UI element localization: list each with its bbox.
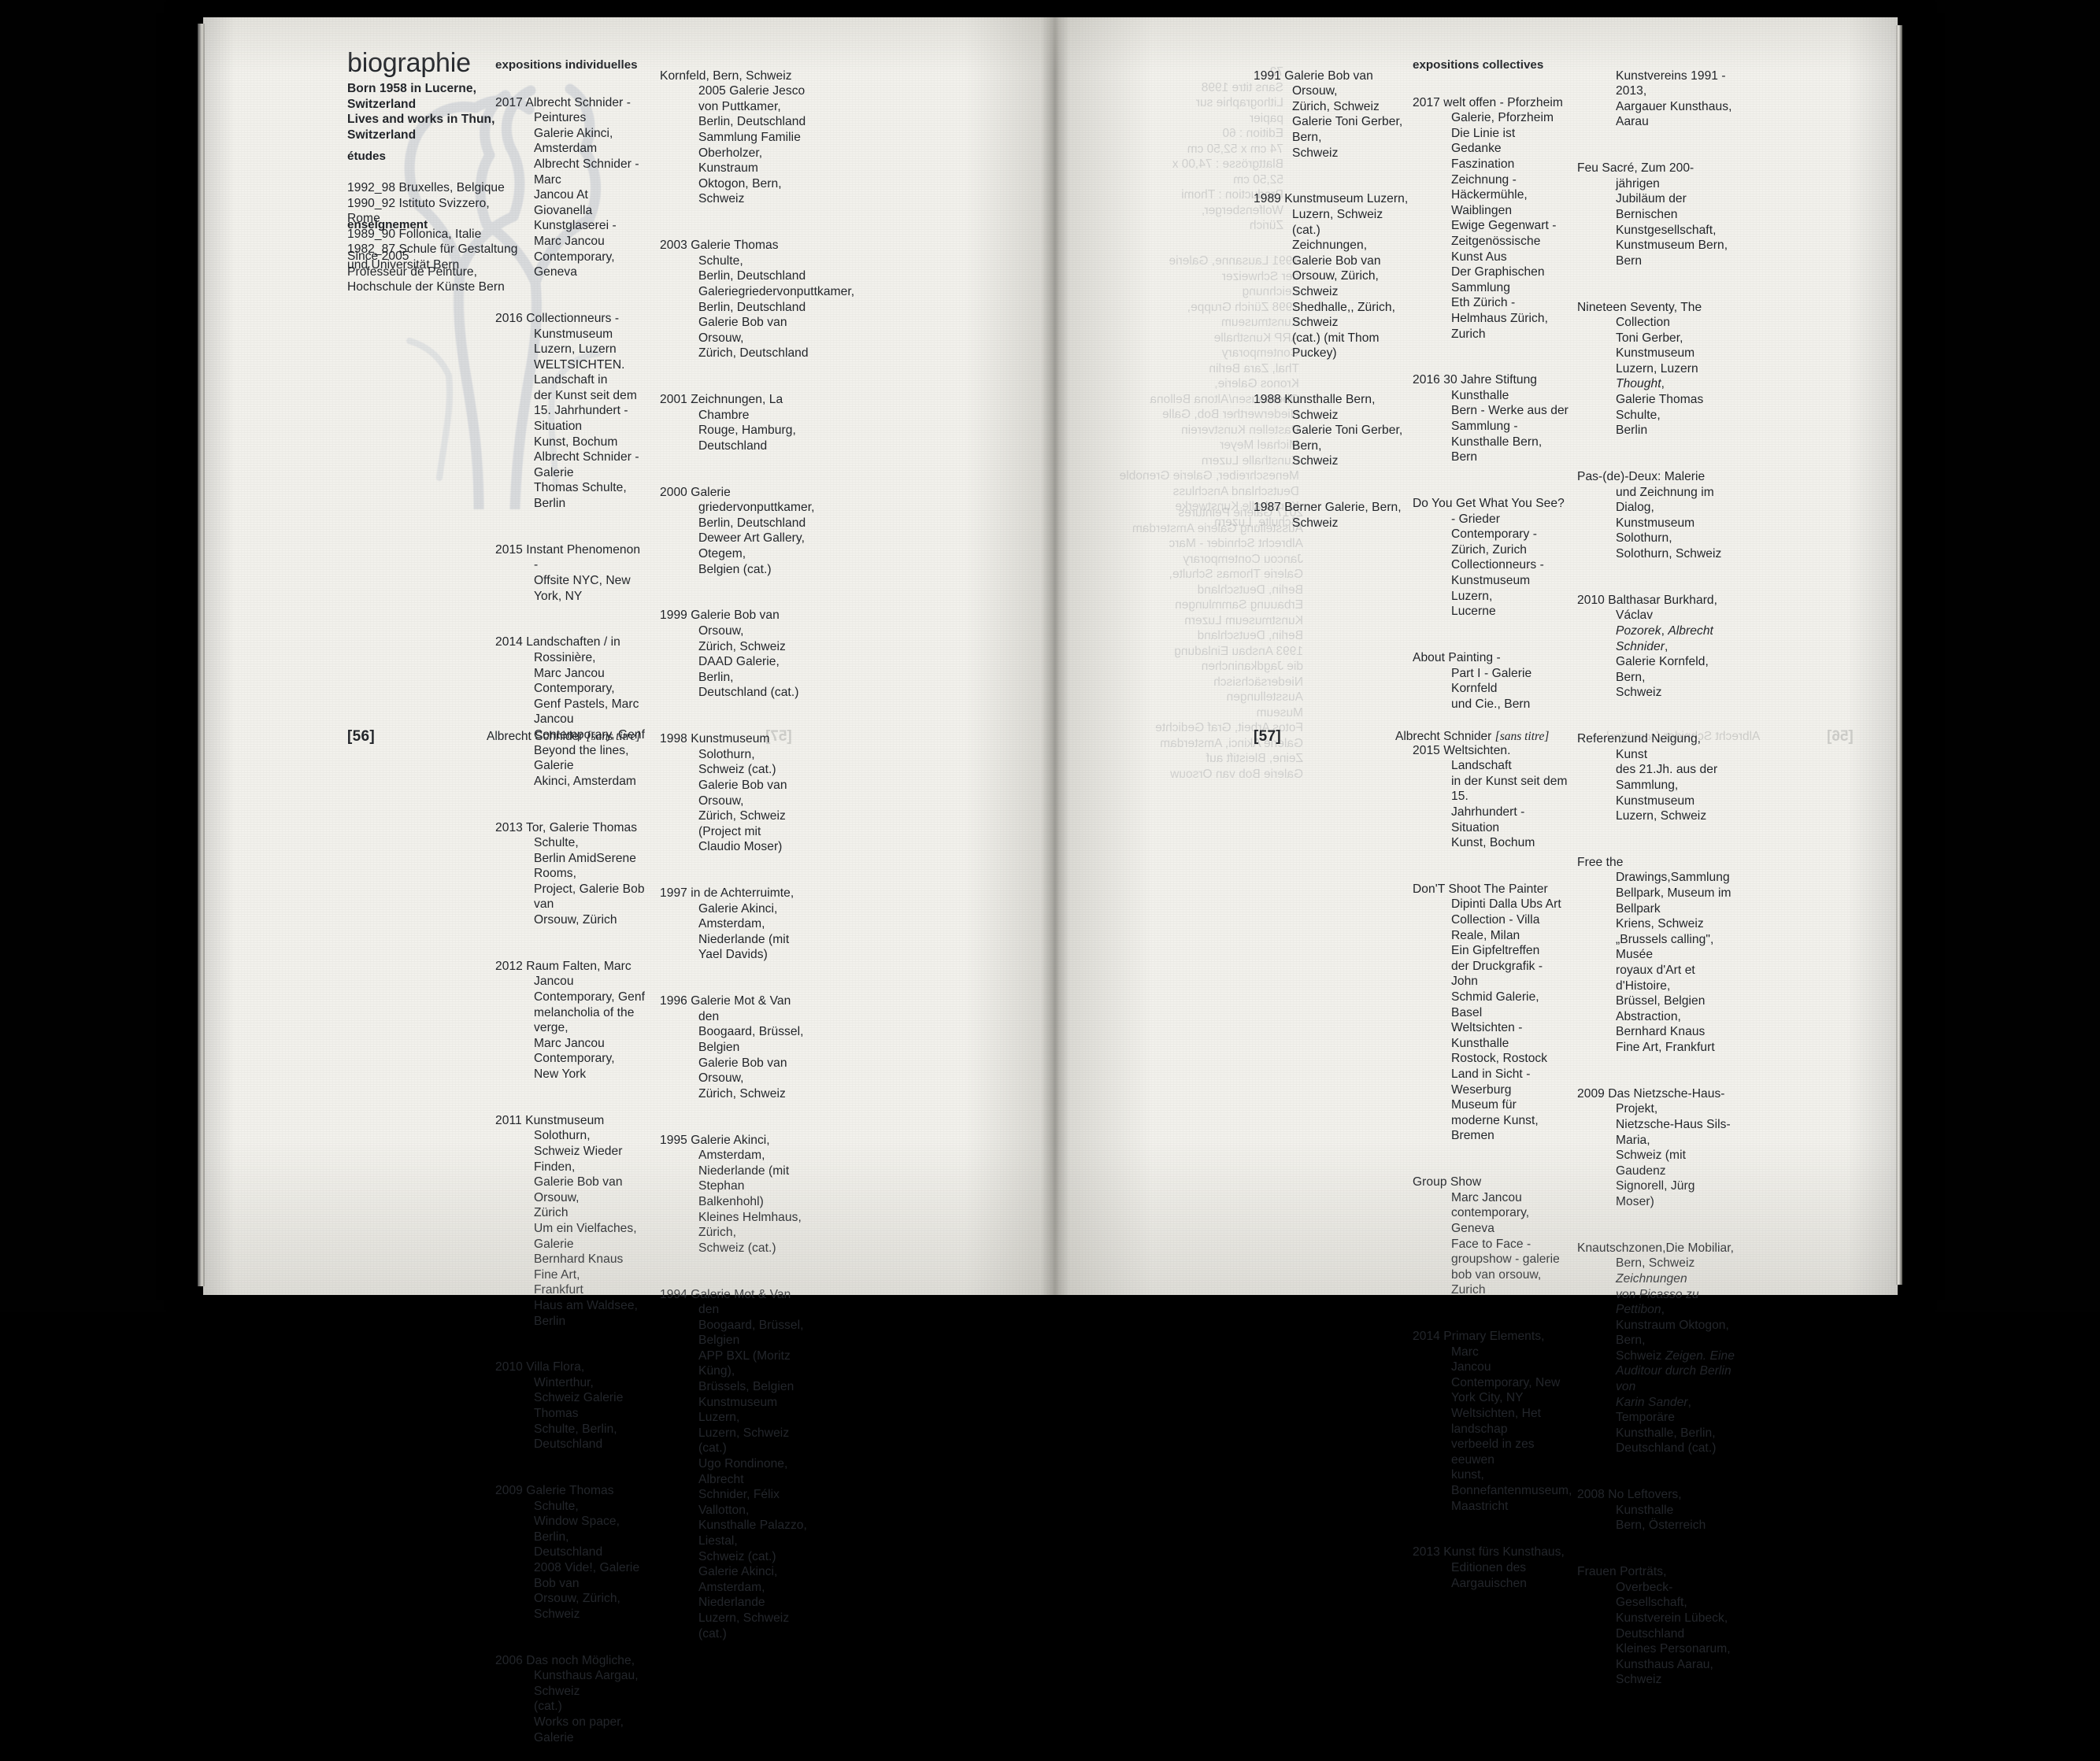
exhibition-entry: 2001 Zeichnungen, La Chambre Rouge, Hamb… (660, 392, 814, 453)
exhibition-entry: Referenzund Neigung, Kunst des 21.Jh. au… (1577, 731, 1735, 824)
exhibition-entry: 1999 Galerie Bob van Orsouw, Zürich, Sch… (660, 608, 814, 701)
right-page: 72 Sans titre 1998 Lithographie sur papi… (1055, 17, 1898, 1295)
exhibition-entry: 2014 Landschaften / in Rossinière, Marc … (495, 634, 645, 789)
exhibition-entry: 2013 Tor, Galerie Thomas Schulte, Berlin… (495, 820, 645, 928)
exhibition-entry: 2000 Galerie griedervonputtkamer, Berlin… (660, 485, 814, 578)
exhibition-entry: 1991 Galerie Bob van Orsouw, Zürich, Sch… (1254, 68, 1409, 161)
exhibition-entry: Free the Drawings,Sammlung Bellpark, Mus… (1577, 855, 1735, 1056)
bio-intro: Born 1958 in Lucerne, Switzerland Lives … (347, 81, 513, 142)
running-head-right: Albrecht Schnider [sans titre] (1395, 730, 1549, 744)
exhibition-entry: 1987 Berner Galerie, Bern, Schweiz (1254, 500, 1409, 531)
exhibition-entry: 2009 Das Nietzsche-Haus-Projekt, Nietzsc… (1577, 1086, 1735, 1210)
exhibition-entry: 1989 Kunstmuseum Luzern, Luzern, Schweiz… (1254, 191, 1409, 361)
running-head-title: [sans titre] (587, 730, 641, 743)
column-expositions-individuelles-continued: Kornfeld, Bern, Schweiz 2005 Galerie Jes… (660, 53, 814, 1657)
exhibition-entry: 2015 Weltsichten. Landschaft in der Kuns… (1413, 743, 1569, 851)
exhibition-entry: 2010 Balthasar Burkhard, Václav Pozorek,… (1577, 593, 1735, 701)
exhibition-entry: 2008 No Leftovers, Kunsthalle Bern, Öste… (1577, 1487, 1735, 1533)
exhibition-entry: 2014 Primary Elements, Marc Jancou Conte… (1413, 1329, 1569, 1514)
exhibition-entry: 2006 Das noch Mögliche, Kunsthaus Aargau… (495, 1653, 645, 1746)
exhibition-entry: 1994 Galerie Mot & Van den Boogaard, Brü… (660, 1287, 814, 1642)
section-heading-enseignement: enseignement (347, 218, 428, 231)
exhibition-entry: Kunstvereins 1991 - 2013, Aargauer Kunst… (1577, 68, 1735, 130)
exhibition-entry: About Painting - Part I - Galerie Kornfe… (1413, 650, 1569, 712)
exhibition-entry: Nineteen Seventy, The Collection Toni Ge… (1577, 300, 1735, 438)
column-heading-expositions-individuelles: expositions individuelles (495, 58, 638, 72)
exhibition-entry: 1997 in de Achterruimte, Galerie Akinci,… (660, 886, 814, 963)
column-heading-expositions-collectives: expositions collectives (1413, 58, 1543, 72)
exhibition-entry: 1995 Galerie Akinci, Amsterdam, Niederla… (660, 1133, 814, 1256)
folio-ghost-right: [56] (1827, 728, 1854, 745)
running-head-name: Albrecht Schnider (487, 730, 587, 743)
exhibition-entry: 1998 Kunstmuseum Solothurn, Schweiz (cat… (660, 731, 814, 855)
exhibition-entry: 2012 Raum Falten, Marc Jancou Contempora… (495, 959, 645, 1082)
exhibition-entry: Do You Get What You See? - Grieder Conte… (1413, 496, 1569, 620)
photograph-backdrop: biographie Born 1958 in Lucerne, Switzer… (0, 0, 2100, 1312)
exhibition-entry: Pas-(de)-Deux: Malerie und Zeichnung im … (1577, 469, 1735, 562)
exhibition-entry: Kornfeld, Bern, Schweiz 2005 Galerie Jes… (660, 68, 814, 207)
column-expositions-individuelles-end: 1991 Galerie Bob van Orsouw, Zürich, Sch… (1254, 53, 1409, 546)
exhibition-entry: 2016 30 Jahre Stiftung Kunsthalle Bern -… (1413, 372, 1569, 465)
exhibition-entry: Feu Sacré, Zum 200-jährigen Jubiläum der… (1577, 161, 1735, 268)
column-expositions-collectives-continued: Kunstvereins 1991 - 2013, Aargauer Kunst… (1577, 53, 1735, 1704)
section-heading-etudes: études (347, 150, 386, 163)
exhibition-entry: Don'T Shoot The Painter Dipinti Dalla Ub… (1413, 882, 1569, 1144)
exhibition-entry: 1996 Galerie Mot & Van den Boogaard, Brü… (660, 993, 814, 1101)
running-head-title: [sans titre] (1495, 730, 1550, 743)
exhibition-entry: 2011 Kunstmuseum Solothurn, Schweiz Wied… (495, 1113, 645, 1329)
page-title: biographie (347, 48, 471, 79)
folio-left: [56] (347, 728, 375, 745)
running-head-name: Albrecht Schnider (1395, 730, 1495, 743)
bleed-through-text-1: 72 Sans titre 1998 Lithographie sur papi… (1071, 65, 1283, 234)
exhibition-entry: 2010 Villa Flora, Winterthur, Schweiz Ga… (495, 1360, 645, 1452)
left-page: biographie Born 1958 in Lucerne, Switzer… (203, 17, 1055, 1295)
exhibition-entry: 1988 Kunsthalle Bern, Schweiz Galerie To… (1254, 392, 1409, 469)
exhibition-entry: Group Show Marc Jancou contemporary, Gen… (1413, 1175, 1569, 1298)
page-edge-right (1896, 25, 1902, 1285)
exhibition-entry: 2003 Galerie Thomas Schulte, Berlin, Deu… (660, 238, 814, 361)
exhibition-entry: 2017 welt offen - Pforzheim Galerie, Pfo… (1413, 95, 1569, 342)
column-expositions-collectives: 2017 welt offen - Pforzheim Galerie, Pfo… (1413, 80, 1569, 1607)
exhibition-entry: 2015 Instant Phenomenon - Offsite NYC, N… (495, 542, 645, 604)
page-edge-left (198, 24, 205, 1286)
open-book-spread: biographie Born 1958 in Lucerne, Switzer… (203, 17, 1898, 1295)
exhibition-entry: Knautschzonen,Die Mobiliar, Bern, Schwei… (1577, 1241, 1735, 1456)
folio-right: [57] (1254, 728, 1281, 745)
exhibition-entry: 2016 Collectionneurs - Kunstmuseum Luzer… (495, 311, 645, 512)
exhibition-entry: 2009 Galerie Thomas Schulte, Window Spac… (495, 1483, 645, 1622)
exhibition-entry: 2013 Kunst fürs Kunsthaus, Editionen des… (1413, 1545, 1569, 1591)
exhibition-entry: 2017 Albrecht Schnider -Peintures Galeri… (495, 95, 645, 280)
running-head-left: Albrecht Schnider [sans titre] (487, 730, 640, 744)
column-expositions-individuelles: 2017 Albrecht Schnider -Peintures Galeri… (495, 80, 645, 1761)
exhibition-entry: Frauen Porträts, Overbeck-Gesellschaft, … (1577, 1564, 1735, 1688)
